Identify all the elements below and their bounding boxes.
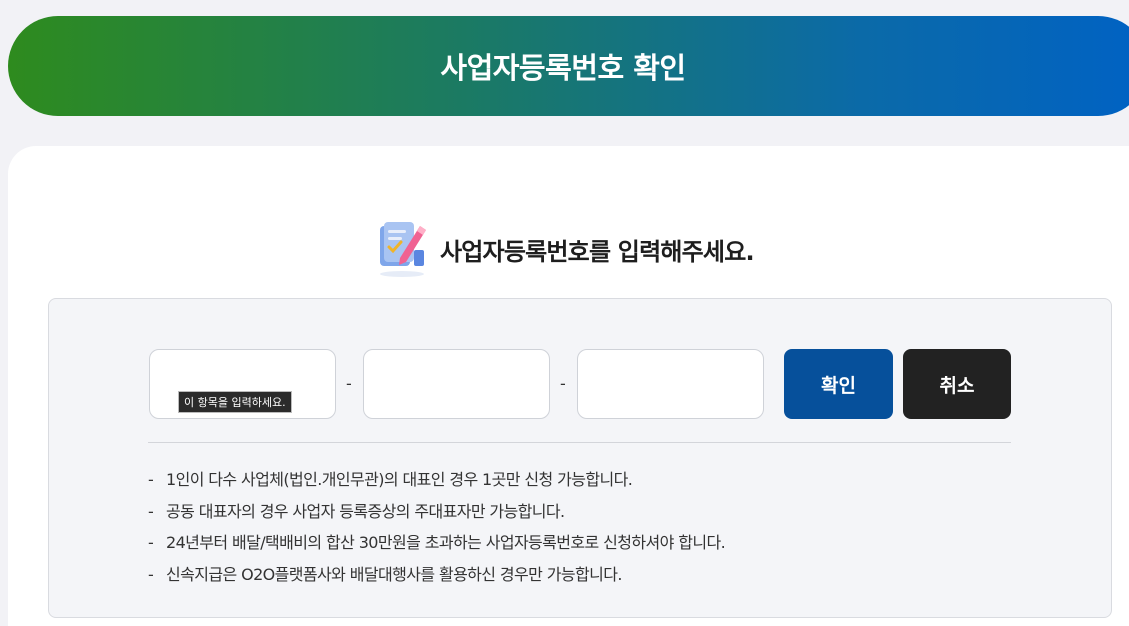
notice-list: -1인이 다수 사업체(법인.개인무관)의 대표인 경우 1곳만 신청 가능합니… xyxy=(148,466,726,592)
list-item: -1인이 다수 사업체(법인.개인무관)의 대표인 경우 1곳만 신청 가능합니… xyxy=(148,470,633,489)
business-number-field-2[interactable] xyxy=(363,349,550,419)
page-banner: 사업자등록번호 확인 xyxy=(8,16,1129,116)
separator-dash: - xyxy=(560,374,566,393)
list-item: - 공동 대표자의 경우 사업자 등록증상의 주대표자만 가능합니다. xyxy=(148,501,565,521)
confirm-button[interactable]: 확인 xyxy=(784,349,893,419)
form-heading-text: 사업자등록번호를 입력해주세요. xyxy=(440,237,755,266)
validation-tooltip: 이 항목을 입력하세요. xyxy=(178,391,292,413)
cancel-button[interactable]: 취소 xyxy=(903,349,1011,419)
separator-dash: - xyxy=(346,374,352,393)
form-heading: 사업자등록번호를 입력해주세요. xyxy=(376,222,755,277)
business-number-field-3[interactable] xyxy=(577,349,764,419)
list-item: -24년부터 배달/택배비의 합산 30만원을 초과하는 사업자등록번호로 신청… xyxy=(148,533,726,552)
page-title: 사업자등록번호 확인 xyxy=(440,51,686,85)
divider xyxy=(148,442,1011,443)
document-pencil-icon xyxy=(380,222,426,277)
list-item: - 신속지급은 O2O플랫폼사와 배달대행사를 활용하신 경우만 가능합니다. xyxy=(148,564,622,584)
